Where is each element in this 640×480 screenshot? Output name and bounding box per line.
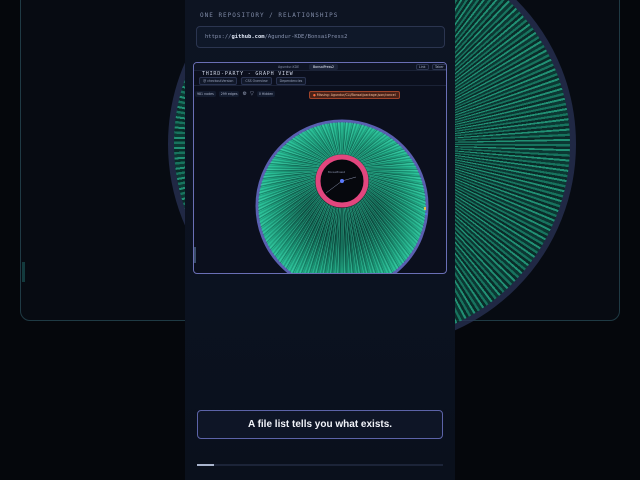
alert-dot-icon: ● — [313, 93, 316, 97]
progress-fill — [197, 464, 215, 466]
toolbar-dependencies-button[interactable]: Dependencies — [275, 77, 307, 85]
stat-nodes: 981 nodes — [195, 91, 216, 97]
caption-box: A file list tells you what exists. — [197, 410, 443, 439]
graph-node-blue[interactable] — [425, 213, 427, 215]
url-host: github.com — [231, 34, 265, 40]
background-tick — [22, 262, 25, 282]
graph-center-label: BonsaiPress2 — [328, 170, 345, 174]
graph-node-yellow[interactable] — [424, 207, 426, 210]
tab-repo[interactable]: BonsaiPress2 — [309, 64, 339, 70]
tab-owner[interactable]: Agundur-KDE — [274, 64, 303, 70]
window-control-link[interactable]: Link — [416, 64, 429, 70]
progress-track — [197, 464, 443, 466]
dependency-graph[interactable]: BonsaiPress2 — [194, 99, 447, 274]
stat-edges: 299 edges — [218, 91, 240, 97]
missing-dependency-alert[interactable]: ● Missing: Agundur/CLI/Bonsai/package.js… — [309, 91, 400, 99]
filter-icon[interactable]: ▽ — [250, 91, 254, 97]
url-prefix: https:// — [205, 34, 232, 40]
side-scroll-indicator[interactable] — [194, 247, 196, 263]
stats-bar: 981 nodes 299 edges ⚙ ▽ 0 Hidden — [195, 91, 276, 97]
gear-icon[interactable]: ⚙ — [242, 91, 246, 97]
app-window: Agundur-KDE BonsaiPress2 Link Taber THIR… — [193, 62, 447, 274]
toolbar-overview-button[interactable]: CSS Overview — [241, 77, 272, 85]
filter-hidden-button[interactable]: 0 Hidden — [256, 91, 276, 97]
window-top-bar: Agundur-KDE BonsaiPress2 Link Taber — [194, 63, 446, 71]
window-separator — [194, 85, 446, 86]
caption-text: A file list tells you what exists. — [247, 419, 393, 430]
url-path: /Agundur-KDE/BonsaiPress2 — [264, 34, 348, 40]
section-label: ONE REPOSITORY / RELATIONSHIPS — [200, 12, 339, 19]
window-toolbar: @ checkoutVersion CSS Overview Dependenc… — [199, 77, 307, 85]
toolbar-checkout-button[interactable]: @ checkoutVersion — [199, 77, 238, 85]
graph-root-node[interactable] — [340, 179, 344, 183]
window-control-taber[interactable]: Taber — [432, 64, 446, 70]
url-bar[interactable]: https://github.com/Agundur-KDE/BonsaiPre… — [196, 26, 445, 48]
